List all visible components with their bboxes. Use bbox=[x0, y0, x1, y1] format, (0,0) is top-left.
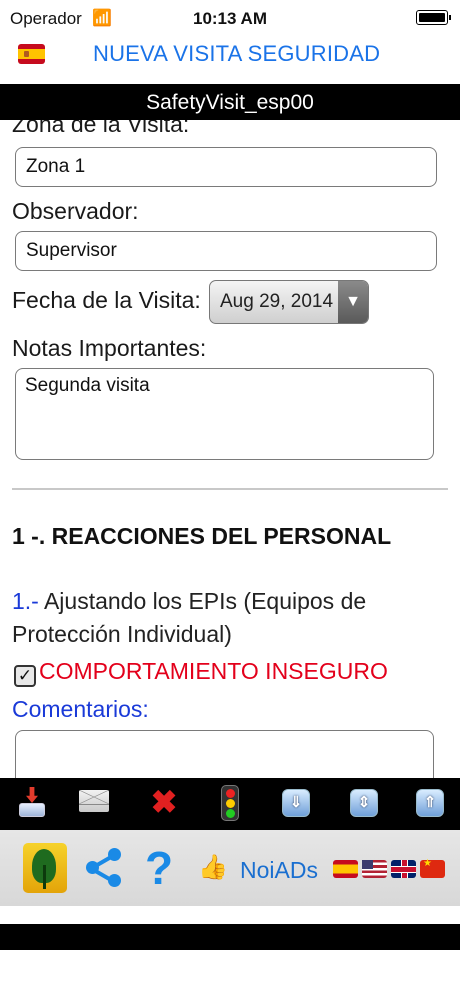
app-logo-icon[interactable] bbox=[23, 843, 67, 893]
section-title: 1 -. REACCIONES DEL PERSONAL bbox=[12, 523, 392, 549]
observador-label: Observador: bbox=[12, 198, 139, 224]
spain-flag-icon[interactable] bbox=[333, 860, 358, 878]
comments-textarea[interactable] bbox=[15, 730, 434, 778]
scroll-both-icon[interactable]: ⇕ bbox=[350, 789, 378, 817]
section-divider bbox=[12, 488, 448, 490]
noiads-link[interactable]: NoiADs bbox=[240, 857, 318, 884]
notas-textarea[interactable]: Segunda visita bbox=[15, 368, 434, 460]
share-icon[interactable] bbox=[84, 848, 124, 888]
behavior-status-label: COMPORTAMIENTO INSEGURO bbox=[39, 658, 388, 684]
mail-icon[interactable] bbox=[79, 790, 109, 812]
form-scroll-area[interactable]: Zona de la Visita: Zona 1 Observador: Su… bbox=[0, 120, 460, 778]
fecha-label: Fecha de la Visita: bbox=[12, 287, 201, 313]
china-flag-icon[interactable] bbox=[420, 858, 445, 878]
spain-flag-icon[interactable] bbox=[18, 44, 45, 64]
date-picker[interactable]: Aug 29, 2014 ▼ bbox=[209, 280, 369, 324]
comments-label: Comentarios: bbox=[12, 696, 149, 722]
battery-icon bbox=[416, 10, 451, 25]
page-title: NUEVA VISITA SEGURIDAD bbox=[93, 41, 381, 66]
traffic-light-icon[interactable] bbox=[221, 785, 239, 821]
scroll-up-icon[interactable]: ⇑ bbox=[416, 789, 444, 817]
behavior-status[interactable]: ✓ COMPORTAMIENTO INSEGURO bbox=[14, 658, 388, 687]
bottom-band bbox=[0, 924, 460, 950]
save-download-icon[interactable] bbox=[17, 787, 49, 819]
uk-flag-icon[interactable] bbox=[391, 860, 416, 878]
checkbox-icon[interactable]: ✓ bbox=[14, 665, 36, 687]
thumbs-up-icon[interactable]: 👍 bbox=[198, 853, 228, 883]
clock-time: 10:13 AM bbox=[192, 9, 267, 28]
scroll-down-icon[interactable]: ⇓ bbox=[282, 789, 310, 817]
visit-name-banner: SafetyVisit_esp00 bbox=[0, 84, 460, 120]
zona-input[interactable]: Zona 1 bbox=[15, 147, 437, 187]
chevron-down-icon[interactable]: ▼ bbox=[338, 281, 368, 323]
toolbar: ✖ ⇓ ⇕ ⇑ bbox=[0, 778, 460, 830]
question-number: 1.- bbox=[12, 588, 39, 614]
date-value: Aug 29, 2014 bbox=[220, 291, 334, 312]
zona-label: Zona de la Visita: bbox=[12, 120, 190, 137]
nav-bar: NUEVA VISITA SEGURIDAD bbox=[0, 36, 460, 82]
question-text: Ajustando los EPIs (Equipos de Protecció… bbox=[12, 588, 367, 647]
status-bar: Operador 📶 10:13 AM bbox=[0, 0, 460, 36]
notas-label: Notas Importantes: bbox=[12, 335, 207, 361]
ad-bar: ? 👍 NoiADs bbox=[0, 830, 460, 906]
question-item: 1.- Ajustando los EPIs (Equipos de Prote… bbox=[12, 585, 442, 651]
observador-input[interactable]: Supervisor bbox=[15, 231, 437, 271]
help-icon[interactable]: ? bbox=[145, 844, 173, 892]
close-icon[interactable]: ✖ bbox=[148, 786, 180, 819]
usa-flag-icon[interactable] bbox=[362, 860, 387, 878]
